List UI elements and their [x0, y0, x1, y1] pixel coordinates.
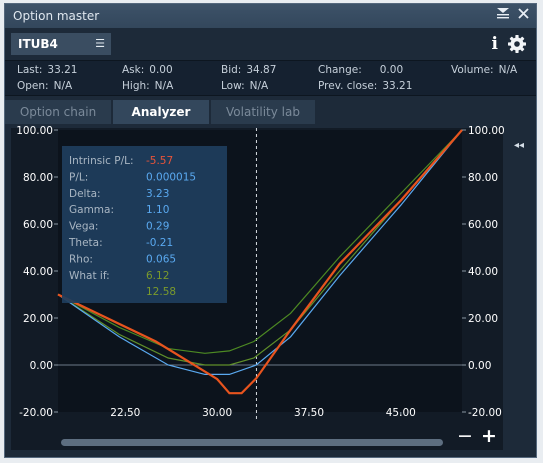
quote-prev-close: Prev. close: 33.21: [318, 80, 412, 92]
horizontal-scrollbar[interactable]: [61, 439, 443, 446]
tooltip-value: -0.21: [146, 237, 173, 249]
y-tick-label: -20.00: [468, 407, 502, 419]
x-tick-label: 37.50: [294, 407, 324, 419]
y-tick-label: 20.00: [468, 313, 498, 325]
y-tick-label: 100.00: [468, 125, 505, 137]
tooltip-label: What if:: [69, 270, 110, 282]
quote-label: Prev. close:: [318, 80, 378, 92]
x-tick-label: 45.00: [386, 407, 416, 419]
toolbar: ITUB4 ☰ i: [5, 28, 536, 60]
collapse-panel-icon[interactable]: ◂◂: [514, 140, 524, 151]
tooltip-value: 3.23: [146, 188, 169, 200]
list-icon[interactable]: ☰: [95, 33, 105, 55]
tooltip-value: -5.57: [146, 155, 173, 167]
zoom-in-button[interactable]: +: [481, 425, 497, 447]
tab-option-chain[interactable]: Option chain: [5, 100, 111, 124]
quote-value: 0.00: [379, 64, 404, 76]
tooltip-label: Rho:: [69, 253, 93, 265]
quote-change: Change: 0.00: [318, 64, 403, 76]
y-tick-label: 100.00: [16, 125, 53, 137]
quote-label: Volume:: [451, 64, 494, 76]
tooltip-value: 0.065: [146, 253, 176, 265]
window-controls: [496, 4, 530, 28]
tooltip-label: Theta:: [68, 237, 103, 249]
quote-label: Ask:: [122, 64, 145, 76]
y-tick-label: 80.00: [23, 172, 53, 184]
y-tick-label: 40.00: [468, 266, 498, 278]
tooltip-value: 12.58: [146, 286, 176, 298]
zoom-out-button[interactable]: −: [457, 425, 473, 447]
quote-label: Last:: [17, 64, 43, 76]
quote-last: Last: 33.21: [17, 64, 77, 76]
y-tick-label: -20.00: [19, 407, 53, 419]
quote-label: High:: [122, 80, 150, 92]
quote-value: 0.00: [149, 64, 173, 76]
quote-ask: Ask: 0.00: [122, 64, 173, 76]
gear-icon[interactable]: [506, 33, 528, 55]
quote-value: N/A: [249, 80, 269, 92]
quote-value: N/A: [498, 64, 518, 76]
window-menu-icon[interactable]: [496, 4, 510, 28]
tooltip-label: P/L:: [69, 171, 88, 183]
close-icon[interactable]: [516, 4, 530, 28]
quote-low: Low: N/A: [221, 80, 268, 92]
tooltip-label: Delta:: [69, 188, 101, 200]
y-tick-label: 20.00: [23, 313, 53, 325]
quote-volume: Volume: N/A: [451, 64, 517, 76]
quote-label: Bid:: [221, 64, 242, 76]
quote-value: N/A: [53, 80, 73, 92]
window-title: Option master: [13, 9, 100, 23]
title-bar: Option master: [5, 4, 536, 28]
tooltip-label: Intrinsic P/L:: [69, 155, 134, 167]
tab-bar: Option chain Analyzer Volatility lab: [5, 100, 536, 124]
quote-label: Change:: [318, 64, 362, 76]
quote-bid: Bid: 34.87: [221, 64, 276, 76]
quote-high: High: N/A: [122, 80, 173, 92]
quote-label: Open:: [17, 80, 49, 92]
y-tick-label: 60.00: [468, 219, 498, 231]
option-master-window: Option master ITUB4 ☰ i Last: 33.21 Ask:…: [4, 3, 537, 458]
y-tick-label: 60.00: [23, 219, 53, 231]
symbol-value: ITUB4: [18, 37, 58, 51]
quote-value: 34.87: [246, 64, 277, 76]
analyzer-panel: 100.00 80.00 60.00 40.00 20.00 0.00 -20.00 100…: [5, 124, 536, 457]
tab-volatility-lab[interactable]: Volatility lab: [211, 100, 315, 124]
tooltip-label: Gamma:: [69, 204, 114, 216]
tooltip-value: 1.10: [146, 204, 169, 216]
quote-value: 33.21: [47, 64, 78, 76]
info-icon[interactable]: i: [492, 33, 498, 55]
y-tick-label: 40.00: [23, 266, 53, 278]
payoff-chart[interactable]: 100.00 80.00 60.00 40.00 20.00 0.00 -20.00 100…: [5, 124, 536, 457]
quote-value: 33.21: [382, 80, 413, 92]
y-tick-label: 80.00: [468, 172, 498, 184]
tooltip-value: 0.000015: [146, 171, 196, 183]
quote-value: N/A: [154, 80, 174, 92]
x-tick-label: 22.50: [110, 407, 140, 419]
quote-open: Open: N/A: [17, 80, 72, 92]
tooltip-value: 0.29: [146, 221, 169, 233]
tooltip-value: 6.12: [146, 270, 169, 282]
y-tick-label: 0.00: [30, 360, 53, 372]
y-tick-label: 0.00: [468, 360, 491, 372]
quote-label: Low:: [221, 80, 245, 92]
tooltip-label: Vega:: [69, 221, 98, 233]
x-tick-label: 30.00: [202, 407, 232, 419]
quote-summary: Last: 33.21 Ask: 0.00 Bid: 34.87 Change: 0.0…: [5, 60, 536, 96]
symbol-selector[interactable]: ITUB4 ☰: [11, 33, 111, 55]
tab-analyzer[interactable]: Analyzer: [113, 100, 209, 124]
